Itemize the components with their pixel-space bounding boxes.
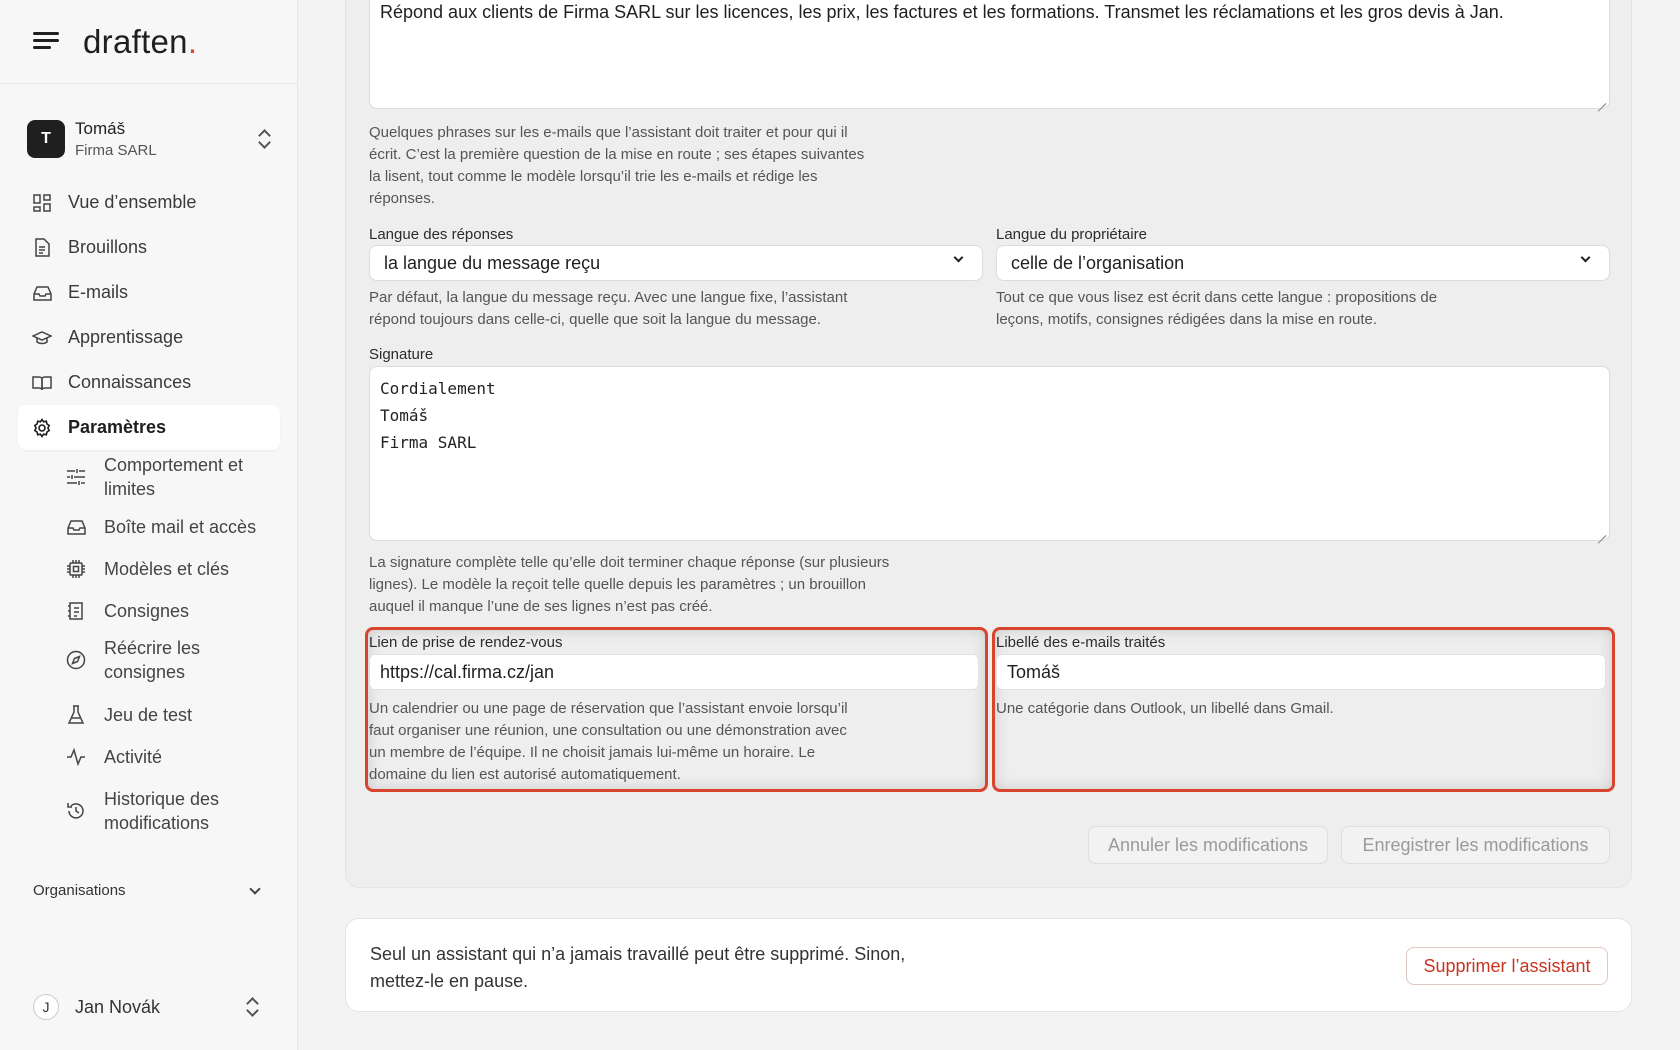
settings-subnav: Comportement et limites Boîte mail et ac…	[66, 452, 286, 840]
description-textarea[interactable]: Répond aux clients de Firma SARL sur les…	[369, 0, 1610, 109]
user-avatar: J	[33, 994, 59, 1020]
booking-link-help: Un calendrier ou une page de réservation…	[369, 700, 848, 783]
signature-line: Tomáš	[380, 406, 429, 425]
subnav-label: Historique des modifications	[104, 789, 220, 833]
graduation-cap-icon	[32, 328, 52, 348]
compass-icon	[66, 650, 86, 670]
subnav-item-rewrite[interactable]: Réécrire les consignes	[66, 632, 286, 688]
main-nav: Vue d’ensemble Brouillons E-mails Appren…	[18, 180, 280, 450]
processed-label-help: Une catégorie dans Outlook, un libellé d…	[996, 700, 1334, 717]
gear-icon	[32, 417, 52, 438]
book-icon	[32, 373, 52, 393]
reply-language-value: la langue du message reçu	[384, 252, 601, 273]
description-help: Quelques phrases sur les e-mails que l’a…	[369, 124, 865, 207]
inbox-icon	[32, 283, 52, 303]
dashboard-icon	[32, 193, 52, 213]
subnav-label: Boîte mail et accès	[104, 517, 257, 537]
signature-label: Signature	[369, 346, 434, 363]
owner-language-help: Tout ce que vous lisez est écrit dans ce…	[996, 289, 1438, 328]
subnav-label: Modèles et clés	[104, 559, 230, 579]
organisations-toggle[interactable]: Organisations	[33, 882, 265, 899]
user-menu[interactable]: J Jan Novák	[33, 992, 265, 1022]
account-name: Tomáš	[75, 119, 126, 138]
signature-textarea[interactable]: Cordialement Tomáš Firma SARL	[369, 366, 1610, 541]
save-button[interactable]: Enregistrer les modifications	[1341, 826, 1610, 864]
description-value: Répond aux clients de Firma SARL sur les…	[380, 2, 1504, 22]
owner-language-select[interactable]: celle de l’organisation	[996, 245, 1610, 281]
nav-item-drafts[interactable]: Brouillons	[18, 225, 280, 270]
account-org: Firma SARL	[75, 142, 157, 159]
document-icon	[32, 238, 52, 258]
booking-link-label: Lien de prise de rendez-vous	[369, 634, 563, 651]
nav-item-settings[interactable]: Paramètres	[18, 405, 280, 450]
activity-icon	[66, 747, 86, 767]
sliders-icon	[66, 467, 86, 487]
subnav-item-activity[interactable]: Activité	[66, 736, 286, 778]
history-icon	[66, 801, 86, 821]
nav-label: Brouillons	[68, 237, 148, 257]
processed-label-value: Tomáš	[1007, 661, 1061, 682]
chevron-down-icon	[953, 252, 964, 263]
owner-language-value: celle de l’organisation	[1011, 252, 1185, 273]
subnav-item-history[interactable]: Historique des modifications	[66, 782, 286, 840]
booking-link-input[interactable]: https://cal.firma.cz/jan	[369, 654, 979, 690]
subnav-label: Jeu de test	[104, 705, 193, 725]
owner-language-label: Langue du propriétaire	[996, 226, 1147, 243]
nav-item-emails[interactable]: E-mails	[18, 270, 280, 315]
signature-help: La signature complète telle qu’elle doit…	[369, 554, 890, 615]
chevron-up-down-icon	[257, 129, 271, 149]
cancel-button[interactable]: Annuler les modifications	[1088, 826, 1328, 864]
processed-label-input[interactable]: Tomáš	[996, 654, 1606, 690]
delete-assistant-card: Seul un assistant qui n’a jamais travail…	[345, 918, 1632, 1012]
nav-item-knowledge[interactable]: Connaissances	[18, 360, 280, 405]
subnav-item-models[interactable]: Modèles et clés	[66, 548, 286, 590]
nav-label: Connaissances	[68, 372, 192, 392]
nav-label: Apprentissage	[68, 327, 184, 347]
organisations-label: Organisations	[33, 882, 126, 899]
reply-language-help: Par défaut, la langue du message reçu. A…	[369, 289, 848, 328]
chevron-down-icon	[1580, 252, 1591, 263]
menu-icon[interactable]	[33, 31, 59, 52]
subnav-label: Activité	[104, 747, 163, 767]
signature-line: Firma SARL	[380, 433, 477, 452]
chevron-up-down-icon	[245, 997, 259, 1017]
reply-language-label: Langue des réponses	[369, 226, 514, 243]
signature-line: Cordialement	[380, 379, 496, 398]
settings-card: Répond aux clients de Firma SARL sur les…	[345, 0, 1632, 888]
subnav-item-behavior[interactable]: Comportement et limites	[66, 452, 286, 502]
subnav-label: Réécrire les consignes	[104, 638, 201, 682]
booking-link-value: https://cal.firma.cz/jan	[380, 661, 555, 682]
list-icon	[66, 601, 86, 621]
chip-icon	[66, 559, 86, 579]
resize-handle[interactable]	[1596, 95, 1606, 105]
chevron-down-icon	[249, 882, 261, 895]
processed-label-label: Libellé des e-mails traités	[996, 634, 1166, 651]
nav-label: Paramètres	[68, 417, 167, 437]
resize-handle[interactable]	[1596, 527, 1606, 537]
account-switcher[interactable]: T Tomáš Firma SARL	[27, 116, 277, 162]
subnav-item-test-set[interactable]: Jeu de test	[66, 694, 286, 736]
delete-info-text: Seul un assistant qui n’a jamais travail…	[370, 944, 906, 991]
inbox-icon	[66, 517, 86, 537]
subnav-label: Consignes	[104, 601, 190, 621]
nav-item-overview[interactable]: Vue d’ensemble	[18, 180, 280, 225]
reply-language-select[interactable]: la langue du message reçu	[369, 245, 983, 281]
user-name: Jan Novák	[75, 996, 161, 1017]
subnav-label: Comportement et limites	[104, 455, 244, 499]
subnav-item-mailbox[interactable]: Boîte mail et accès	[66, 506, 286, 548]
delete-assistant-button[interactable]: Supprimer l’assistant	[1406, 947, 1608, 985]
nav-label: Vue d’ensemble	[68, 192, 197, 212]
brand-header: draften.	[0, 0, 297, 84]
flask-icon	[66, 705, 86, 725]
account-avatar: T	[27, 120, 65, 158]
nav-label: E-mails	[68, 282, 129, 302]
nav-item-learning[interactable]: Apprentissage	[18, 315, 280, 360]
sidebar: draften. T Tomáš Firma SARL Vue d’ensemb…	[0, 0, 298, 1050]
subnav-item-instructions[interactable]: Consignes	[66, 590, 286, 632]
logo[interactable]: draften.	[83, 23, 197, 61]
